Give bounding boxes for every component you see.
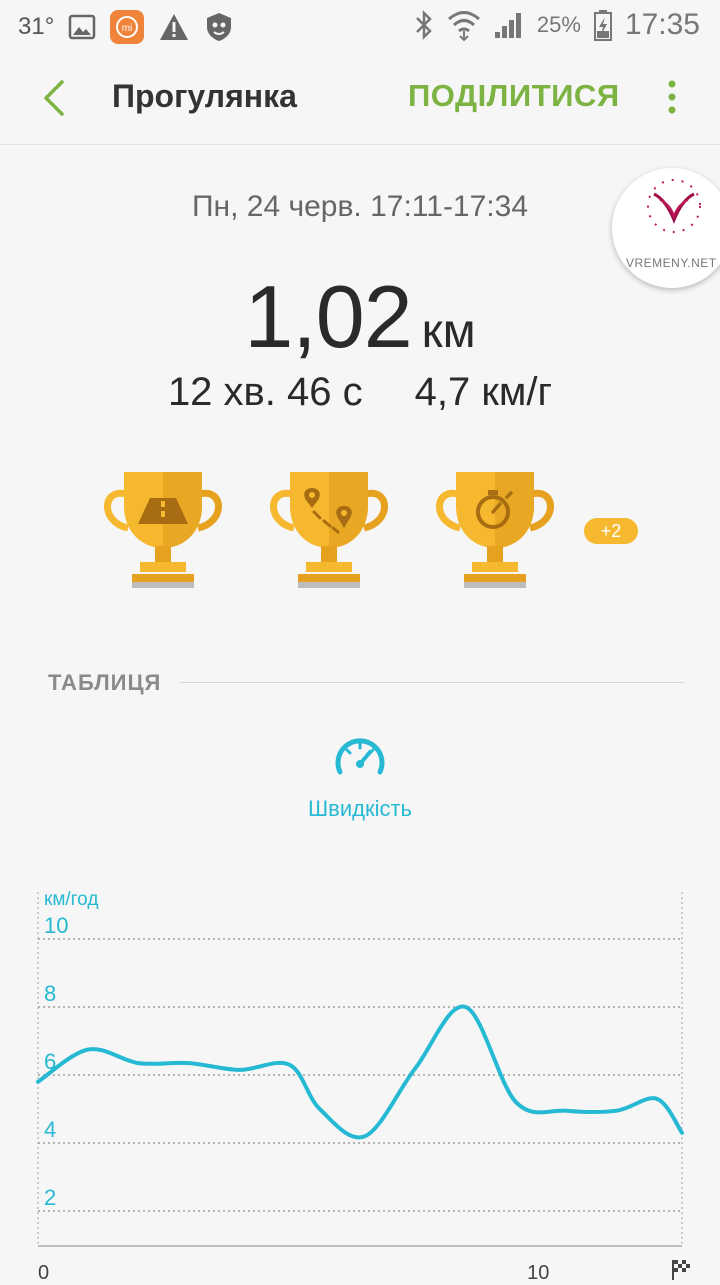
tab-speed-label: Швидкість [307, 796, 413, 821]
speed-chart: км/год 10 8 6 4 2 0 10 [0, 880, 720, 1284]
distance-display: 1,02 км [0, 266, 720, 368]
stopwatch-trophy-icon[interactable] [430, 466, 560, 596]
tab-speed[interactable]: Швидкість [260, 730, 460, 830]
stats-line: 12 хв. 46 с 4,7 км/г [0, 370, 720, 415]
back-button[interactable] [36, 78, 76, 118]
clock: 17:35 [624, 8, 700, 41]
route-trophy-icon[interactable] [264, 466, 394, 596]
distance-unit: км [421, 305, 476, 358]
signal-icon [493, 10, 525, 40]
chart-y-tick-label: 10 [44, 913, 68, 938]
battery-percent: 25% [536, 12, 581, 37]
svg-text:mi: mi [122, 23, 133, 34]
page-title: Прогулянка [112, 78, 297, 114]
speedometer-icon [335, 738, 385, 775]
chart-y-axis-label: км/год [44, 889, 98, 910]
gallery-icon [68, 13, 96, 41]
speed-chart-svg: км/год 1086420 10 [36, 889, 690, 1284]
bluetooth-icon [413, 9, 435, 41]
app-bar: Прогулянка ПОДІЛИТИСЯ [0, 52, 720, 145]
finish-flag-icon [672, 1260, 690, 1280]
chevron-left-icon [44, 80, 64, 116]
mi-icon: mi [110, 10, 145, 44]
chart-x-tick-label: 10 [527, 1262, 549, 1280]
section-title: ТАБЛИЦЯ [48, 670, 162, 695]
temperature: 31° [18, 13, 55, 40]
more-vertical-icon [668, 80, 676, 114]
section-divider [180, 682, 684, 683]
chart-y-tick-label: 2 [44, 1185, 56, 1210]
chart-x-tick-label: 0 [38, 1262, 49, 1280]
more-achievements-badge[interactable]: +2 [584, 518, 638, 544]
road-trophy-icon[interactable] [98, 466, 228, 596]
distance-value: 1,02 [244, 267, 412, 366]
battery-icon [593, 9, 613, 41]
share-button[interactable]: ПОДІЛИТИСЯ [408, 78, 620, 114]
warning-icon [158, 12, 190, 42]
duration-value: 12 хв. 46 с [167, 370, 363, 414]
workout-date-time: Пн, 24 черв. 17:11-17:34 [191, 190, 529, 223]
wifi-icon [447, 9, 481, 41]
more-options-button[interactable] [660, 78, 684, 118]
chart-y-tick-label: 4 [44, 1117, 56, 1142]
chart-y-tick-label: 8 [44, 981, 56, 1006]
status-bar: 31° mi 25% 17:35 [0, 0, 720, 52]
speed-series-line [36, 1004, 684, 1140]
shield-icon [204, 11, 234, 43]
pace-value: 4,7 км/г [414, 370, 553, 414]
